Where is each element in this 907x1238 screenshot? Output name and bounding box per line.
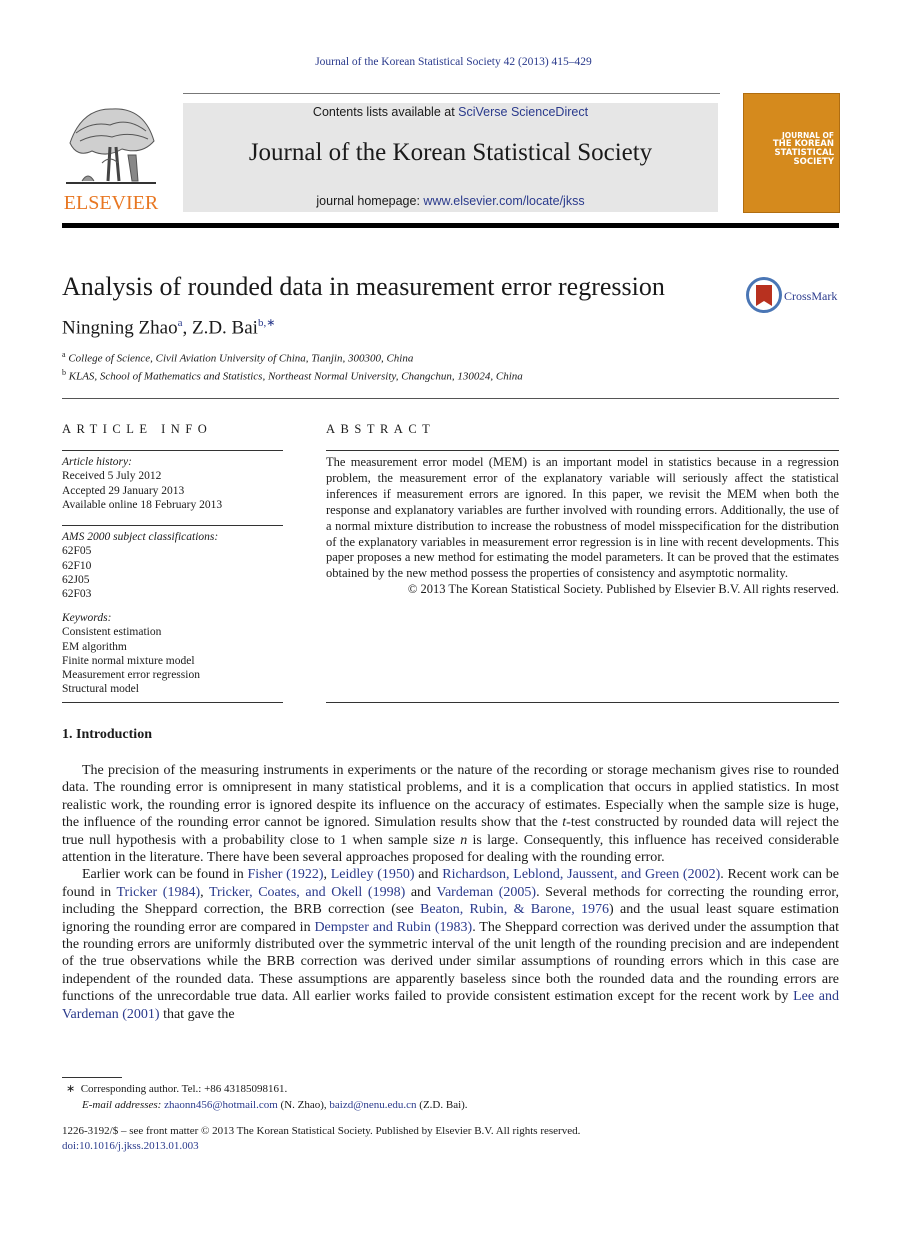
tree-icon	[66, 108, 156, 184]
affiliation-text: KLAS, School of Mathematics and Statisti…	[68, 370, 523, 383]
divider	[62, 450, 283, 451]
text-run: that gave the	[159, 1006, 235, 1022]
author-name[interactable]: Ningning Zhao	[62, 317, 178, 338]
ams-classifications: AMS 2000 subject classifications: 62F05 …	[62, 530, 218, 601]
keyword: Finite normal mixture model	[62, 654, 195, 667]
journal-homepage-link[interactable]: www.elsevier.com/locate/jkss	[423, 194, 584, 208]
text-run: ,	[323, 867, 331, 883]
affiliation-marker: a	[62, 350, 66, 359]
text-run: and	[405, 884, 437, 900]
homepage-line: journal homepage: www.elsevier.com/locat…	[183, 194, 718, 208]
article-title: Analysis of rounded data in measurement …	[62, 272, 665, 301]
article-info-heading: ARTICLE INFO	[62, 422, 213, 436]
footnote-corresponding-author: ∗ Corresponding author. Tel.: +86 431850…	[66, 1081, 468, 1113]
section-heading-introduction: 1. Introduction	[62, 727, 152, 742]
paragraph: The precision of the measuring instrumen…	[62, 762, 839, 866]
abstract-text: The measurement error model (MEM) is an …	[326, 455, 839, 581]
homepage-prefix: journal homepage:	[316, 194, 424, 208]
keyword: Structural model	[62, 683, 139, 696]
abstract-copyright: © 2013 The Korean Statistical Society. P…	[407, 582, 839, 597]
affiliation-marker: b	[62, 368, 66, 377]
citation-link[interactable]: Dempster and Rubin (1983)	[314, 920, 472, 935]
history-item: Available online 18 February 2013	[62, 498, 223, 511]
abstract-body: The measurement error model (MEM) is an …	[326, 455, 839, 598]
citation-link[interactable]: Richardson, Leblond, Jaussent, and Green…	[442, 867, 720, 882]
crossmark-button[interactable]: CrossMark	[746, 277, 841, 315]
citation-link[interactable]: Vardeman (2005)	[436, 885, 536, 900]
article-history-label: Article history:	[62, 456, 132, 468]
journal-citation[interactable]: Journal of the Korean Statistical Societ…	[0, 56, 907, 68]
citation-link[interactable]: Tricker (1984)	[117, 885, 201, 900]
contents-prefix: Contents lists available at	[312, 105, 459, 119]
issn-line: 1226-3192/$ – see front matter © 2013 Th…	[62, 1125, 581, 1137]
footnote-star: ∗	[66, 1083, 76, 1095]
keyword: Consistent estimation	[62, 626, 162, 639]
text-run: and	[414, 867, 443, 883]
divider	[326, 702, 839, 703]
citation-link[interactable]: Fisher (1922)	[247, 867, 323, 882]
keyword: EM algorithm	[62, 640, 127, 653]
text-run: ,	[200, 884, 209, 900]
affiliation: a College of Science, Civil Aviation Uni…	[62, 350, 413, 365]
ams-label: AMS 2000 subject classifications:	[62, 531, 219, 543]
ams-code: 62F05	[62, 545, 92, 558]
crossmark-label: CrossMark	[784, 289, 838, 303]
keywords: Keywords: Consistent estimation EM algor…	[62, 611, 200, 697]
citation-link[interactable]: Leidley (1950)	[331, 867, 415, 882]
abstract-heading: ABSTRACT	[326, 422, 436, 436]
journal-cover-thumbnail[interactable]: JOURNAL OF THE KOREAN STATISTICAL SOCIET…	[743, 93, 840, 213]
citation-link[interactable]: Tricker, Coates, and Okell (1998)	[209, 885, 405, 900]
keywords-label: Keywords:	[62, 612, 112, 624]
divider	[62, 525, 283, 526]
elsevier-wordmark: ELSEVIER	[63, 192, 159, 214]
journal-masthead: Contents lists available at SciVerse Sci…	[183, 103, 718, 212]
history-item: Received 5 July 2012	[62, 470, 162, 483]
citation-link[interactable]: Beaton, Rubin, & Barone, 1976	[420, 902, 609, 917]
keyword: Measurement error regression	[62, 669, 200, 682]
ams-code: 62F10	[62, 559, 92, 572]
header-rule	[183, 93, 720, 94]
email-link[interactable]: baizd@nenu.edu.cn	[329, 1099, 416, 1111]
article-history: Article history: Received 5 July 2012 Ac…	[62, 455, 222, 512]
email-link[interactable]: zhaonn456@hotmail.com	[164, 1099, 278, 1111]
paragraph: Earlier work can be found in Fisher (192…	[62, 866, 839, 1023]
crossmark-icon	[746, 277, 782, 313]
ams-code: 62F03	[62, 588, 92, 601]
footnote-rule	[62, 1077, 122, 1078]
history-item: Accepted 29 January 2013	[62, 484, 185, 497]
author-name[interactable]: Z.D. Bai	[192, 317, 258, 338]
divider	[326, 450, 839, 451]
text-run: Earlier work can be found in	[82, 867, 248, 883]
divider	[62, 702, 283, 703]
contents-line: Contents lists available at SciVerse Sci…	[183, 105, 718, 119]
journal-title: Journal of the Korean Statistical Societ…	[248, 139, 653, 166]
affiliation-text: College of Science, Civil Aviation Unive…	[68, 352, 414, 365]
header-thick-rule	[62, 223, 839, 228]
email-owner: (N. Zhao),	[277, 1099, 330, 1111]
sciencedirect-link[interactable]: SciVerse ScienceDirect	[458, 105, 588, 119]
author-affil-marker[interactable]: a	[178, 317, 183, 329]
corresponding-author-text: Corresponding author. Tel.: +86 43185098…	[80, 1083, 288, 1095]
cover-title-line: SOCIETY	[793, 157, 834, 167]
divider	[62, 398, 839, 399]
affiliation: b KLAS, School of Mathematics and Statis…	[62, 368, 523, 383]
doi-link[interactable]: doi:10.1016/j.jkss.2013.01.003	[62, 1140, 199, 1152]
introduction-body: The precision of the measuring instrumen…	[62, 762, 839, 1023]
ams-code: 62J05	[62, 573, 90, 586]
elsevier-logo[interactable]: ELSEVIER	[62, 103, 160, 215]
author-list: Ningning Zhaoa, Z.D. Baib,∗	[62, 317, 276, 339]
author-affil-marker[interactable]: b,∗	[258, 317, 275, 329]
email-label: E-mail addresses:	[82, 1099, 165, 1111]
email-owner: (Z.D. Bai).	[416, 1099, 468, 1111]
